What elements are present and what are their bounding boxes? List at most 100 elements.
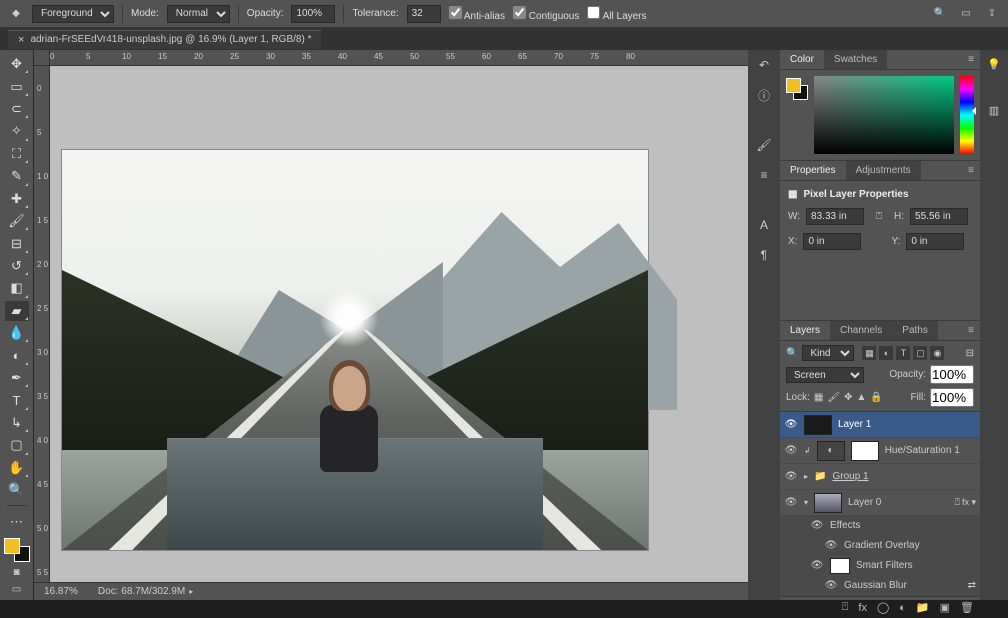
mask-icon[interactable]: ◯ xyxy=(877,601,889,614)
visibility-icon[interactable]: 👁 xyxy=(810,520,824,531)
tool-preset-icon[interactable]: ◆ xyxy=(8,6,24,22)
layer-opacity-input[interactable] xyxy=(930,365,974,384)
document-tab[interactable]: × adrian-FrSEEdVr418-unsplash.jpg @ 16.9… xyxy=(8,30,321,49)
dodge-tool[interactable]: ◐ xyxy=(5,345,29,365)
filter-options-icon[interactable]: ⇄ xyxy=(968,580,976,591)
filter-pixel-icon[interactable]: ▦ xyxy=(862,346,876,360)
filter-type-icon[interactable]: T xyxy=(896,346,910,360)
filter-toggle[interactable]: ⊟ xyxy=(966,348,974,359)
fill-input[interactable] xyxy=(930,388,974,407)
styles-icon[interactable]: ≡ xyxy=(755,166,773,184)
search-icon[interactable]: 🔍 xyxy=(932,6,948,22)
color-swatches[interactable] xyxy=(4,538,30,562)
edit-toolbar[interactable]: ⋯ xyxy=(5,511,29,531)
visibility-icon[interactable]: 👁 xyxy=(784,419,798,430)
chevron-down-icon[interactable]: ▾ xyxy=(804,498,808,507)
filter-kind-select[interactable]: Kind xyxy=(802,345,854,361)
visibility-icon[interactable]: 👁 xyxy=(810,560,824,571)
mask-thumb[interactable] xyxy=(851,441,879,461)
info-icon[interactable]: ⓘ xyxy=(755,86,773,104)
y-input[interactable] xyxy=(906,233,964,250)
workspace-icon[interactable]: ▭ xyxy=(958,6,974,22)
zoom-tool[interactable]: 🔍 xyxy=(5,480,29,500)
close-icon[interactable]: × xyxy=(18,34,24,46)
lock-pos-icon[interactable]: ✥ xyxy=(844,392,852,403)
marquee-tool[interactable]: ▭ xyxy=(5,76,29,96)
type-tool[interactable]: T xyxy=(5,390,29,410)
smart-filters-row[interactable]: 👁 Smart Filters xyxy=(780,556,980,576)
bulb-icon[interactable]: 💡 xyxy=(986,56,1002,72)
all-layers-checkbox[interactable]: All Layers xyxy=(587,6,646,22)
link-badge[interactable]: ⍞ xyxy=(955,497,960,508)
history-icon[interactable]: ↶ xyxy=(755,56,773,74)
tab-paths[interactable]: Paths xyxy=(892,321,938,340)
filter-shape-icon[interactable]: ▢ xyxy=(913,346,927,360)
tab-channels[interactable]: Channels xyxy=(830,321,892,340)
panel-menu-icon[interactable]: ≡ xyxy=(962,54,980,65)
new-layer-icon[interactable]: ▣ xyxy=(940,601,950,614)
adjustment-icon[interactable]: ◐ xyxy=(899,602,906,614)
adjustment-thumb[interactable]: ◐ xyxy=(817,441,845,461)
delete-icon[interactable]: 🗑 xyxy=(960,601,974,614)
effect-item[interactable]: 👁 Gradient Overlay xyxy=(780,536,980,556)
filter-adjust-icon[interactable]: ◐ xyxy=(879,346,893,360)
tab-adjustments[interactable]: Adjustments xyxy=(846,161,921,180)
lock-trans-icon[interactable]: ▦ xyxy=(814,392,823,403)
share-icon[interactable]: ⇪ xyxy=(984,6,1000,22)
blend-mode-select[interactable]: Screen xyxy=(786,367,864,383)
healing-tool[interactable]: ✚ xyxy=(5,189,29,209)
width-input[interactable] xyxy=(806,208,864,225)
stamp-tool[interactable]: ⊟ xyxy=(5,233,29,253)
screen-mode-icon[interactable]: ▭ xyxy=(9,583,25,596)
antialias-checkbox[interactable]: Anti-alias xyxy=(449,6,505,22)
shape-tool[interactable]: ▢ xyxy=(5,435,29,455)
tab-swatches[interactable]: Swatches xyxy=(824,50,887,69)
tab-layers[interactable]: Layers xyxy=(780,321,830,340)
path-tool[interactable]: ↳ xyxy=(5,413,29,433)
lock-paint-icon[interactable]: 🖌 xyxy=(827,392,840,403)
hand-tool[interactable]: ✋ xyxy=(5,458,29,478)
crop-tool[interactable]: ⛶ xyxy=(5,144,29,164)
layer-thumb[interactable] xyxy=(814,493,842,513)
fx-icon[interactable]: fx xyxy=(858,602,867,614)
libraries-icon[interactable]: ▥ xyxy=(986,102,1002,118)
visibility-icon[interactable]: 👁 xyxy=(784,445,798,456)
contiguous-checkbox[interactable]: Contiguous xyxy=(513,6,579,22)
layer-row-group[interactable]: 👁 ▸ 📁 Group 1 xyxy=(780,464,980,490)
opacity-input[interactable] xyxy=(291,5,335,23)
layer-row[interactable]: 👁 Layer 1 xyxy=(780,412,980,438)
pen-tool[interactable]: ✒ xyxy=(5,368,29,388)
chevron-right-icon[interactable]: ▸ xyxy=(804,472,808,481)
filter-icon[interactable]: 🔍 xyxy=(786,348,798,359)
panel-menu-icon[interactable]: ≡ xyxy=(962,165,980,176)
link-icon[interactable]: ⍞ xyxy=(870,211,888,222)
visibility-icon[interactable]: 👁 xyxy=(784,471,798,482)
filter-smart-icon[interactable]: ◉ xyxy=(930,346,944,360)
effects-row[interactable]: 👁 Effects xyxy=(780,516,980,536)
color-fg-bg[interactable] xyxy=(786,78,808,100)
magic-wand-tool[interactable]: ✧ xyxy=(5,121,29,141)
link-layers-icon[interactable]: ⍞ xyxy=(842,601,849,614)
fill-source-select[interactable]: Foreground xyxy=(32,5,114,23)
hue-slider[interactable] xyxy=(960,76,974,154)
height-input[interactable] xyxy=(910,208,968,225)
lock-nest-icon[interactable]: ▲ xyxy=(856,392,866,403)
group-icon[interactable]: 📁 xyxy=(916,601,930,614)
visibility-icon[interactable]: 👁 xyxy=(824,580,838,591)
x-input[interactable] xyxy=(803,233,861,250)
tab-color[interactable]: Color xyxy=(780,50,824,69)
layer-row[interactable]: 👁 ▾ Layer 0 ⍞fx ▾ xyxy=(780,490,980,516)
visibility-icon[interactable]: 👁 xyxy=(824,540,838,551)
layer-row[interactable]: 👁 ↲ ◐ Hue/Saturation 1 xyxy=(780,438,980,464)
move-tool[interactable]: ✥ xyxy=(5,54,29,74)
character-icon[interactable]: A xyxy=(755,216,773,234)
tolerance-input[interactable] xyxy=(407,5,441,23)
brush-panel-icon[interactable]: 🖌 xyxy=(755,136,773,154)
quick-mask-icon[interactable]: ◙ xyxy=(9,566,25,579)
smart-filter-item[interactable]: 👁 Gaussian Blur ⇄ xyxy=(780,576,980,596)
lock-all-icon[interactable]: 🔒 xyxy=(870,392,882,403)
lasso-tool[interactable]: ⊂ xyxy=(5,99,29,119)
paragraph-icon[interactable]: ¶ xyxy=(755,246,773,264)
color-field[interactable] xyxy=(814,76,954,154)
eraser-tool[interactable]: ◧ xyxy=(5,278,29,298)
